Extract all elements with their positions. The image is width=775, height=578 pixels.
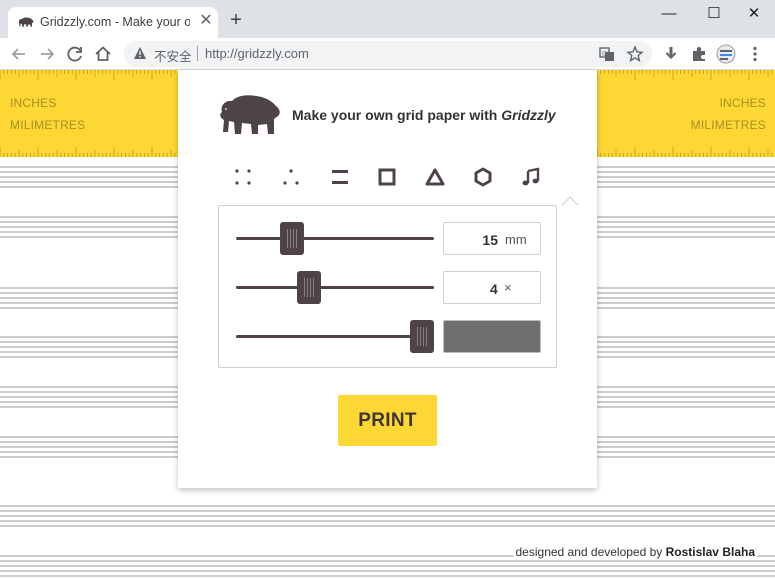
color-swatch[interactable] <box>443 320 541 353</box>
window-minimize-button[interactable]: — <box>658 4 680 24</box>
tab-title: Gridzzly.com - Make your own <box>40 15 190 29</box>
thickness-slider[interactable] <box>236 271 434 305</box>
download-icon[interactable] <box>660 43 682 65</box>
new-tab-button[interactable]: + <box>226 10 246 30</box>
size-slider[interactable] <box>236 222 434 256</box>
ruler-ticks-right <box>597 70 773 157</box>
triangle-icon[interactable] <box>424 166 446 188</box>
dot-grid-icon[interactable] <box>232 166 254 188</box>
options-panel: 15 mm 4 × <box>218 196 579 368</box>
page-title-prefix: Make your own grid paper with <box>292 107 502 123</box>
page-title-brand: Gridzzly <box>501 107 556 123</box>
lines-icon[interactable] <box>329 166 351 188</box>
panel-pointer <box>561 196 579 214</box>
ruler-millimetres-label-right: MILIMETRES <box>690 118 766 132</box>
ruler-inches-label-right: INCHES <box>719 96 766 110</box>
thickness-slider-track[interactable] <box>236 286 434 289</box>
print-button[interactable]: PRINT <box>338 395 437 446</box>
forward-arrow-icon[interactable] <box>36 43 58 65</box>
page-title: Make your own grid paper with Gridzzly <box>292 107 556 123</box>
settings-card: Make your own grid paper with Gridzzly 1… <box>178 70 597 488</box>
ruler-ticks-left <box>0 70 176 157</box>
size-slider-track[interactable] <box>236 237 434 240</box>
url-divider <box>197 46 198 61</box>
browser-titlebar: Gridzzly.com - Make your own ✕ + — ☐ ✕ <box>0 0 775 38</box>
hexagon-icon[interactable] <box>472 166 494 188</box>
reload-icon[interactable] <box>64 43 86 65</box>
svg-text:G: G <box>602 51 607 58</box>
security-label[interactable]: 不安全 <box>154 46 192 65</box>
color-slider[interactable] <box>236 320 434 354</box>
warning-icon <box>134 47 146 59</box>
address-bar[interactable]: 不安全 http://gridzzly.com G <box>124 41 652 67</box>
back-arrow-icon[interactable] <box>8 43 30 65</box>
browser-toolbar: 不安全 http://gridzzly.com G <box>0 38 775 70</box>
thickness-slider-handle[interactable] <box>297 271 321 304</box>
credit-text: designed and developed by Rostislav Blah… <box>513 545 757 559</box>
square-icon[interactable] <box>376 166 398 188</box>
url-text[interactable]: http://gridzzly.com <box>205 46 309 61</box>
tab-close-icon[interactable]: ✕ <box>198 13 214 29</box>
triangle-dots-icon[interactable] <box>280 166 302 188</box>
thickness-value[interactable]: 4 <box>490 281 498 297</box>
size-slider-handle[interactable] <box>280 222 304 255</box>
color-slider-handle[interactable] <box>410 320 434 353</box>
ruler-inches-label: INCHES <box>10 96 57 110</box>
color-slider-track[interactable] <box>236 335 434 338</box>
ruler-right: INCHES MILIMETRES <box>597 70 775 157</box>
ruler-left: INCHES MILIMETRES <box>0 70 178 157</box>
ruler-millimetres-label: MILIMETRES <box>10 118 86 132</box>
bookmark-star-icon[interactable] <box>626 45 644 63</box>
menu-kebab-icon[interactable] <box>744 43 766 65</box>
window-maximize-button[interactable]: ☐ <box>703 4 725 24</box>
credit-author-link[interactable]: Rostislav Blaha <box>666 545 755 559</box>
size-unit: mm <box>505 232 527 247</box>
window-close-button[interactable]: ✕ <box>743 4 765 24</box>
credit-prefix: designed and developed by <box>515 545 666 559</box>
profile-icon[interactable] <box>715 43 737 65</box>
size-field[interactable]: 15 mm <box>443 222 541 255</box>
thickness-unit: × <box>504 280 512 295</box>
translate-icon[interactable]: G <box>598 45 616 63</box>
music-note-icon[interactable] <box>520 166 542 188</box>
home-icon[interactable] <box>92 43 114 65</box>
size-value[interactable]: 15 <box>482 232 498 248</box>
bear-logo-icon <box>220 95 280 134</box>
bear-favicon-icon <box>18 17 34 27</box>
thickness-field[interactable]: 4 × <box>443 271 541 304</box>
browser-tab[interactable]: Gridzzly.com - Make your own ✕ <box>8 7 218 38</box>
extensions-puzzle-icon[interactable] <box>688 43 710 65</box>
